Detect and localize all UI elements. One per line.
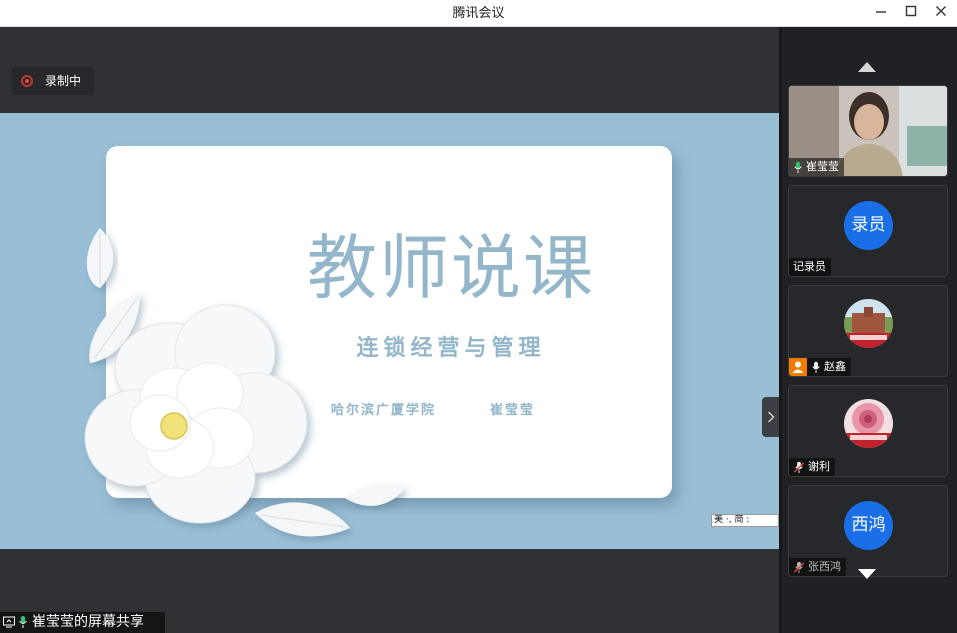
window-titlebar: 腾讯会议 xyxy=(0,0,957,27)
host-icon xyxy=(789,358,807,376)
participant-tile[interactable]: 赵鑫 xyxy=(788,285,948,377)
participant-label: 谢利 xyxy=(789,458,835,476)
participants-panel: 崔莹莹 录员 记录员 赵鑫 谢利 西鸿 张西鸿 xyxy=(782,27,957,633)
scroll-up-icon[interactable] xyxy=(858,62,876,72)
shared-screen-area: 录制中 教师说课 连锁经营与管理 哈尔滨广厦学院 崔莹莹 美 ·, 简: 崔莹… xyxy=(0,27,779,633)
maximize-icon xyxy=(905,5,917,17)
screen-share-status: 崔莹莹的屏幕共享 xyxy=(0,612,165,633)
screen-share-icon xyxy=(3,616,15,628)
participant-name: 谢利 xyxy=(808,460,830,473)
chevron-right-icon xyxy=(767,411,775,423)
recording-indicator[interactable]: 录制中 xyxy=(12,67,94,95)
mic-on-icon xyxy=(19,616,27,628)
participant-label: 记录员 xyxy=(789,258,831,276)
slide-author: 崔莹莹 xyxy=(490,403,536,418)
participant-name: 张西鸿 xyxy=(808,560,841,573)
record-icon xyxy=(21,75,33,87)
mic-on-icon xyxy=(794,161,802,173)
participant-tile[interactable]: 录员 记录员 xyxy=(788,185,948,277)
collapse-panel-button[interactable] xyxy=(762,397,779,437)
avatar xyxy=(844,299,893,348)
ime-toolbar[interactable]: 美 ·, 简 : xyxy=(711,514,779,527)
close-button[interactable] xyxy=(926,0,956,27)
recording-label: 录制中 xyxy=(45,74,82,88)
participant-name: 记录员 xyxy=(793,260,826,273)
participant-tile[interactable]: 崔莹莹 xyxy=(788,85,948,177)
scroll-down-icon[interactable] xyxy=(858,569,876,579)
avatar: 西鸿 xyxy=(844,501,893,550)
decorative-flower-illustration xyxy=(84,228,405,537)
minimize-icon xyxy=(876,11,886,13)
avatar: 录员 xyxy=(844,201,893,250)
participant-label: 张西鸿 xyxy=(789,558,846,576)
presentation-slide: 教师说课 连锁经营与管理 哈尔滨广厦学院 崔莹莹 美 ·, 简: xyxy=(0,113,779,549)
mic-muted-icon xyxy=(793,461,805,473)
participant-label: 崔莹莹 xyxy=(789,158,844,176)
close-icon xyxy=(936,6,946,16)
participant-tile[interactable]: 西鸿 张西鸿 xyxy=(788,485,948,577)
mic-on-icon xyxy=(812,361,820,373)
minimize-button[interactable] xyxy=(866,0,896,27)
participant-label: 赵鑫 xyxy=(789,358,851,376)
screen-share-label: 崔莹莹的屏幕共享 xyxy=(32,614,144,630)
mic-muted-icon xyxy=(793,561,805,573)
participant-name: 崔莹莹 xyxy=(806,160,839,173)
participant-name: 赵鑫 xyxy=(824,360,846,373)
window-title: 腾讯会议 xyxy=(452,6,505,21)
avatar xyxy=(844,399,893,448)
maximize-button[interactable] xyxy=(896,0,926,27)
participant-tile[interactable]: 谢利 xyxy=(788,385,948,477)
